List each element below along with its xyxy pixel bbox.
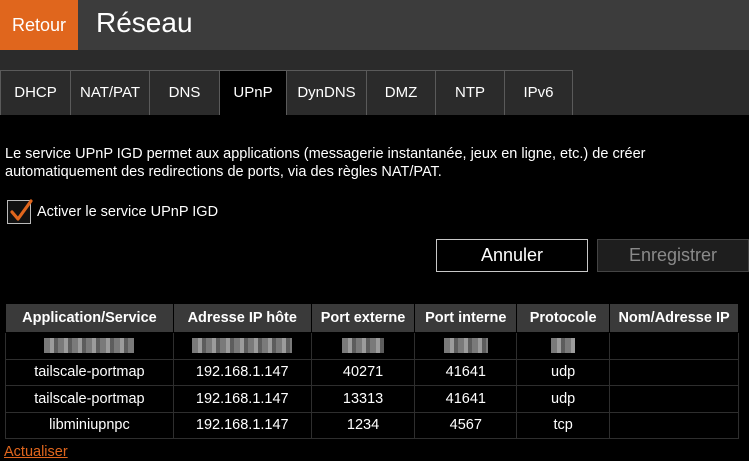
redacted-cell <box>414 332 518 360</box>
cancel-button[interactable]: Annuler <box>436 239 588 272</box>
upnp-mappings-table: Application/Service Adresse IP hôte Port… <box>5 303 739 439</box>
cell-protocol: tcp <box>516 411 611 439</box>
col-application-service: Application/Service <box>5 303 174 333</box>
cell-application: tailscale-portmap <box>5 385 174 413</box>
tab-ntp[interactable]: NTP <box>435 70 504 115</box>
cell-internal-port: 41641 <box>414 358 518 386</box>
page-title: Réseau <box>96 7 193 38</box>
tab-dmz[interactable]: DMZ <box>366 70 435 115</box>
tabs-bar: DHCP NAT/PAT DNS UPnP DynDNS DMZ NTP IPv… <box>0 50 749 115</box>
cell-protocol: udp <box>516 358 611 386</box>
tab-dns[interactable]: DNS <box>149 70 219 115</box>
tab-dyndns[interactable]: DynDNS <box>286 70 366 115</box>
table-header-row: Application/Service Adresse IP hôte Port… <box>5 303 739 333</box>
cell-host-ip: 192.168.1.147 <box>172 385 312 413</box>
cell-name-ip <box>609 358 739 386</box>
cell-external-port: 13313 <box>310 385 416 413</box>
upnp-description: Le service UPnP IGD permet aux applicati… <box>5 146 646 180</box>
tab-nat-pat[interactable]: NAT/PAT <box>70 70 149 115</box>
tab-list: DHCP NAT/PAT DNS UPnP DynDNS DMZ NTP IPv… <box>0 70 573 115</box>
upnp-enable-checkbox[interactable] <box>7 199 33 224</box>
redacted-cell <box>609 332 739 360</box>
cell-host-ip: 192.168.1.147 <box>172 411 312 439</box>
col-internal-port: Port interne <box>414 303 518 333</box>
col-protocol: Protocole <box>516 303 611 333</box>
cell-host-ip: 192.168.1.147 <box>172 358 312 386</box>
cell-protocol: udp <box>516 385 611 413</box>
header-bar: Retour Réseau <box>0 0 749 50</box>
cell-name-ip <box>609 385 739 413</box>
col-name-ip: Nom/Adresse IP <box>609 303 739 333</box>
tab-dhcp[interactable]: DHCP <box>0 70 70 115</box>
cell-internal-port: 4567 <box>414 411 518 439</box>
tab-upnp[interactable]: UPnP <box>219 70 286 115</box>
table-row: tailscale-portmap 192.168.1.147 13313 41… <box>5 385 739 413</box>
table-row-redacted <box>5 332 739 360</box>
refresh-link[interactable]: Actualiser <box>4 444 68 460</box>
tab-ipv6[interactable]: IPv6 <box>504 70 573 115</box>
cell-internal-port: 41641 <box>414 385 518 413</box>
cell-application: tailscale-portmap <box>5 358 174 386</box>
redacted-cell <box>5 332 174 360</box>
save-button[interactable]: Enregistrer <box>597 239 749 272</box>
cell-external-port: 40271 <box>310 358 416 386</box>
col-host-ip: Adresse IP hôte <box>172 303 312 333</box>
table-row: tailscale-portmap 192.168.1.147 40271 41… <box>5 358 739 386</box>
cell-name-ip <box>609 411 739 439</box>
upnp-enable-row: Activer le service UPnP IGD <box>7 199 219 224</box>
back-button[interactable]: Retour <box>0 0 78 50</box>
cell-application: libminiupnpc <box>5 411 174 439</box>
upnp-enable-label: Activer le service UPnP IGD <box>37 204 219 220</box>
redacted-cell <box>172 332 312 360</box>
table-row: libminiupnpc 192.168.1.147 1234 4567 tcp <box>5 411 739 439</box>
col-external-port: Port externe <box>310 303 416 333</box>
cell-external-port: 1234 <box>310 411 416 439</box>
redacted-cell <box>516 332 611 360</box>
redacted-cell <box>310 332 416 360</box>
check-icon <box>10 199 33 221</box>
